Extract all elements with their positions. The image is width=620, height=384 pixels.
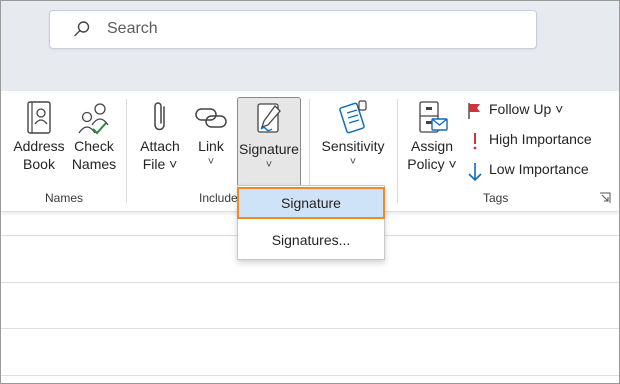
title-bar: Search <box>1 1 619 91</box>
high-importance-button[interactable]: High Importance <box>467 131 597 151</box>
signature-button[interactable]: Signature ˅ <box>237 97 301 187</box>
address-book-button[interactable]: Address Book <box>11 99 67 173</box>
high-importance-label: High Importance <box>489 131 592 147</box>
compose-field-divider-3 <box>1 328 619 329</box>
link-chevron: ˅ <box>207 156 215 168</box>
link-label: Link <box>198 138 224 154</box>
signature-label: Signature <box>239 141 299 157</box>
outlook-compose-window: Search Address Book Check Names Names At… <box>0 0 620 384</box>
search-box[interactable]: Search <box>49 10 537 49</box>
address-book-label-2: Book <box>23 156 55 172</box>
low-importance-button[interactable]: Low Importance <box>467 161 597 182</box>
menu-item-signature[interactable]: Signature <box>237 187 385 219</box>
assign-policy-label-2: Policy ˅ <box>407 156 457 172</box>
sensitivity-label: Sensitivity <box>321 138 385 154</box>
compose-field-divider-4 <box>1 375 619 376</box>
assign-policy-button[interactable]: Assign Policy ˅ <box>405 99 459 173</box>
high-importance-icon <box>473 133 477 150</box>
check-names-button[interactable]: Check Names <box>69 99 119 173</box>
check-names-icon <box>78 103 109 135</box>
follow-up-button[interactable]: Follow Up ˅ <box>467 101 577 121</box>
address-book-icon <box>27 101 51 134</box>
paperclip-icon <box>154 102 165 131</box>
separator-3 <box>397 99 398 203</box>
search-icon <box>74 21 90 37</box>
check-names-label-1: Check <box>74 138 114 154</box>
sensitivity-button[interactable]: Sensitivity ˅ <box>317 99 389 169</box>
signature-icon <box>257 103 281 133</box>
compose-field-divider-2 <box>1 282 619 283</box>
signature-chevron: ˅ <box>265 159 273 171</box>
sensitivity-chevron: ˅ <box>349 156 357 168</box>
low-importance-label: Low Importance <box>489 161 589 177</box>
attach-file-label-2: File ˅ <box>142 156 178 172</box>
link-button[interactable]: Link ˅ <box>189 99 233 169</box>
group-label-names: Names <box>45 191 84 205</box>
sensitivity-icon <box>339 100 367 134</box>
flag-icon <box>468 103 480 119</box>
attach-file-button[interactable]: Attach File ˅ <box>135 99 185 173</box>
separator-1 <box>126 99 127 203</box>
check-names-label-2: Names <box>71 156 117 172</box>
link-icon <box>195 108 227 128</box>
signature-dropdown-menu: Signature Signatures... <box>237 185 385 260</box>
group-label-include: Include <box>199 191 238 205</box>
menu-item-signatures[interactable]: Signatures... <box>238 225 384 255</box>
dialog-launcher-icon[interactable] <box>599 192 611 204</box>
address-book-label-1: Address <box>13 138 65 154</box>
group-label-tags: Tags <box>483 191 509 205</box>
assign-policy-label-1: Assign <box>410 138 454 154</box>
low-importance-icon <box>468 163 482 182</box>
search-placeholder[interactable]: Search <box>107 20 158 38</box>
follow-up-label: Follow Up ˅ <box>489 101 564 117</box>
attach-file-label-1: Attach <box>140 138 180 154</box>
assign-policy-icon <box>419 101 448 133</box>
